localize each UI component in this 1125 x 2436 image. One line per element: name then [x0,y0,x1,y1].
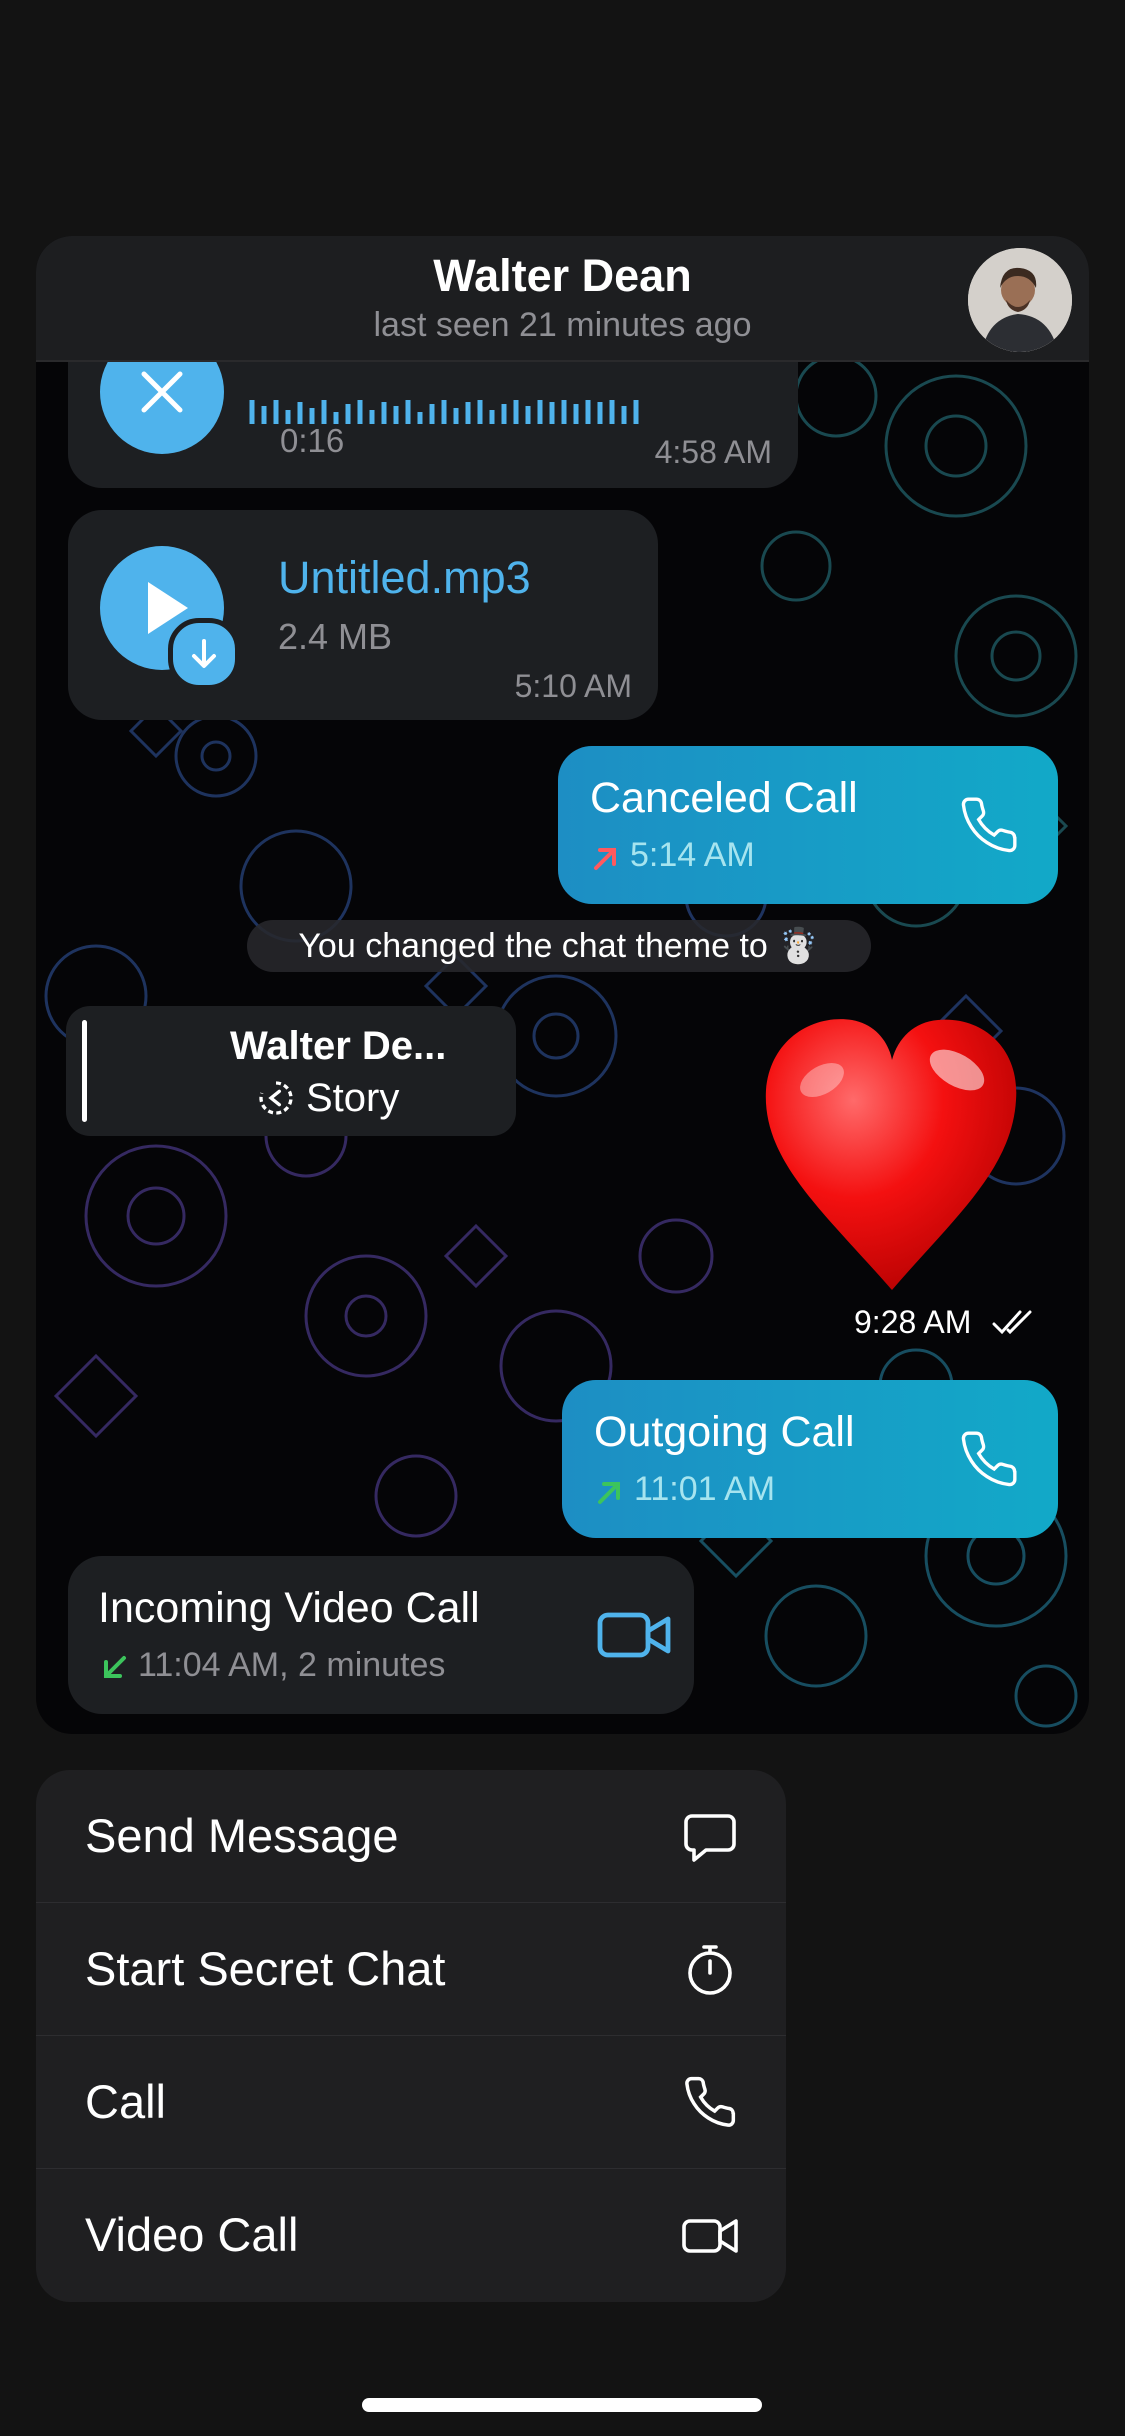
file-name[interactable]: Untitled.mp3 [278,552,531,604]
call-time: 11:01 AM [634,1470,776,1508]
audio-file-bubble[interactable]: Untitled.mp3 2.4 MB 5:10 AM [68,510,658,720]
file-time: 5:10 AM [514,668,632,704]
story-accent-bar [82,1020,87,1122]
incoming-arrow-icon [104,1656,126,1678]
menu-item-label: Start Secret Chat [85,1942,446,1995]
file-size: 2.4 MB [278,616,393,657]
download-icon [192,639,216,668]
call-time: 5:14 AM [630,836,755,874]
canceled-call-bubble[interactable]: Canceled Call 5:14 AM [558,746,1058,904]
outgoing-arrow-icon [598,1482,620,1504]
story-label: Story [306,1076,400,1120]
incoming-video-call-bubble[interactable]: Incoming Video Call 11:04 AM, 2 minutes [68,1556,694,1714]
phone-icon[interactable] [958,1428,1020,1490]
video-icon [682,2219,738,2253]
service-message: You changed the chat theme to ☃️ [247,920,871,972]
story-reply-icon [259,1081,293,1115]
call-title: Incoming Video Call [98,1584,480,1632]
menu-item-send-message[interactable]: Send Message [36,1770,786,1903]
read-checkmarks-icon [992,1310,1032,1335]
contact-status: last seen 21 minutes ago [373,306,752,344]
menu-item-video-call[interactable]: Video Call [36,2169,786,2301]
outgoing-arrow-icon [594,848,616,870]
contact-name: Walter Dean [433,250,692,301]
story-title: Walter De... [230,1024,447,1068]
sticker-time: 9:28 AM [854,1304,972,1340]
story-bubble[interactable]: Walter De... Story [66,1006,516,1136]
call-title: Canceled Call [590,774,858,822]
timer-icon [688,1945,732,1995]
chat-preview-header[interactable]: Walter Dean last seen 21 minutes ago [36,236,1089,362]
phone-icon [685,2076,736,2127]
menu-item-label: Call [85,2075,166,2128]
call-title: Outgoing Call [594,1408,855,1456]
voice-duration: 0:16 [280,422,345,459]
message-icon [684,1814,736,1862]
home-indicator[interactable] [362,2398,762,2412]
outgoing-call-bubble[interactable]: Outgoing Call 11:01 AM [562,1380,1058,1538]
menu-item-label: Send Message [85,1809,399,1862]
voice-time: 4:58 AM [654,434,772,470]
download-badge[interactable] [168,618,240,690]
chat-preview[interactable]: Walter Dean last seen 21 minutes ago 0:1… [36,236,1089,1734]
video-camera-icon[interactable] [596,1606,672,1664]
menu-item-start-secret-chat[interactable]: Start Secret Chat [36,1903,786,2036]
context-menu[interactable]: Send Message Start Secret Chat Call Vide… [36,1770,786,2302]
call-time: 11:04 AM, 2 minutes [138,1646,446,1684]
heart-sticker[interactable] [752,1010,1032,1300]
menu-item-label: Video Call [85,2208,299,2261]
phone-icon[interactable] [958,794,1020,856]
menu-item-call[interactable]: Call [36,2036,786,2169]
avatar[interactable] [968,248,1072,352]
